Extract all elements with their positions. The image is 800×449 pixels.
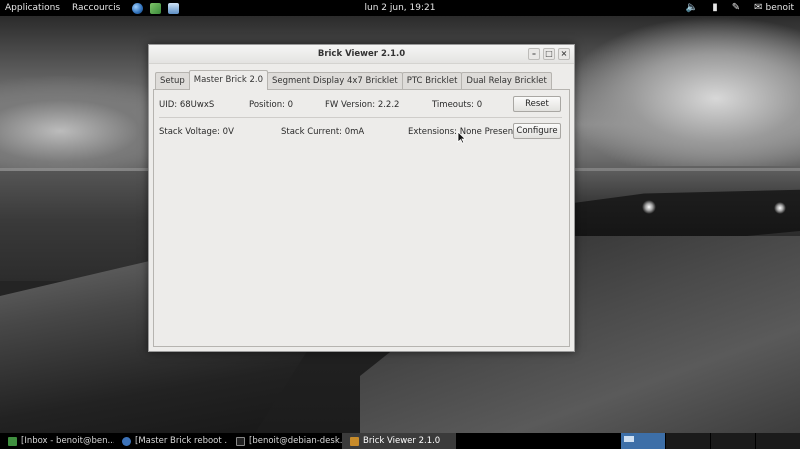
user-menu[interactable]: ✉ benoit: [754, 0, 794, 16]
username: benoit: [765, 3, 795, 13]
device-tabs: Setup Master Brick 2.0 Segment Display 4…: [155, 70, 552, 90]
master-brick-page: UID: 68UwxS Position: 0 FW Version: 2.2.…: [153, 89, 570, 347]
task-label: [Master Brick reboot ...: [135, 436, 228, 446]
clock[interactable]: lun 2 jun, 19:21: [340, 3, 460, 13]
minimize-button[interactable]: –: [528, 48, 540, 60]
workspace-4[interactable]: [755, 433, 800, 449]
task-label: [benoit@debian-desk...: [249, 436, 342, 446]
map-icon[interactable]: [150, 2, 162, 14]
tab-dual-relay[interactable]: Dual Relay Bricklet: [461, 72, 552, 90]
stack-voltage-label: Stack Voltage: 0V: [159, 127, 234, 137]
maximize-button[interactable]: □: [543, 48, 555, 60]
window-list-panel: [Inbox - benoit@ben... [Master Brick reb…: [0, 433, 800, 449]
tab-master-brick[interactable]: Master Brick 2.0: [188, 70, 268, 90]
stack-current-label: Stack Current: 0mA: [281, 127, 365, 137]
configure-button[interactable]: Configure: [513, 123, 561, 139]
task-terminal[interactable]: [benoit@debian-desk...: [228, 433, 342, 449]
places-menu[interactable]: Raccourcis: [72, 3, 120, 13]
tab-ptc-bricklet[interactable]: PTC Bricklet: [401, 72, 463, 90]
wallpaper-lamp: [642, 200, 656, 214]
fw-version-label: FW Version: 2.2.2: [325, 100, 400, 110]
mail-icon: [8, 436, 17, 446]
workspace-1[interactable]: [620, 433, 665, 449]
close-button[interactable]: ×: [558, 48, 570, 60]
battery-icon[interactable]: ▮: [712, 0, 718, 16]
workspace-switcher: [620, 433, 800, 449]
window-titlebar[interactable]: Brick Viewer 2.1.0 – □ ×: [149, 45, 574, 64]
uid-label: UID: 68UwxS: [159, 100, 215, 110]
chat-icon[interactable]: ✎: [732, 0, 740, 16]
mouse-pointer-icon: [457, 131, 466, 144]
reset-button[interactable]: Reset: [513, 96, 561, 112]
workspace-2[interactable]: [665, 433, 710, 449]
top-panel: Applications Raccourcis lun 2 jun, 19:21…: [0, 0, 800, 16]
task-chat[interactable]: [Master Brick reboot ...: [114, 433, 228, 449]
workspace-window-thumbnail: [624, 436, 634, 442]
tab-segment-display[interactable]: Segment Display 4x7 Bricklet: [266, 72, 403, 90]
position-label: Position: 0: [249, 100, 294, 110]
chat-icon: [122, 436, 131, 446]
task-label: [Inbox - benoit@ben...: [21, 436, 114, 446]
brick-viewer-window: Brick Viewer 2.1.0 – □ × Setup Master Br…: [148, 44, 575, 352]
user-status-icon: ✉: [754, 2, 763, 13]
applications-menu[interactable]: Applications: [5, 3, 60, 13]
brickv-icon: [350, 436, 359, 446]
task-brick-viewer[interactable]: Brick Viewer 2.1.0: [342, 433, 456, 449]
window-title: Brick Viewer 2.1.0: [317, 49, 406, 59]
task-label: Brick Viewer 2.1.0: [363, 436, 441, 446]
tab-setup[interactable]: Setup: [155, 72, 190, 90]
monitor-icon[interactable]: [168, 2, 180, 14]
volume-icon[interactable]: 🔈: [686, 0, 698, 16]
wallpaper-cloud: [560, 16, 800, 166]
timeouts-label: Timeouts: 0: [432, 100, 483, 110]
browser-globe-icon[interactable]: [132, 2, 144, 14]
separator: [159, 117, 562, 118]
task-inbox[interactable]: [Inbox - benoit@ben...: [0, 433, 114, 449]
terminal-icon: [236, 436, 245, 446]
wallpaper-lamp: [774, 202, 786, 214]
workspace-3[interactable]: [710, 433, 755, 449]
